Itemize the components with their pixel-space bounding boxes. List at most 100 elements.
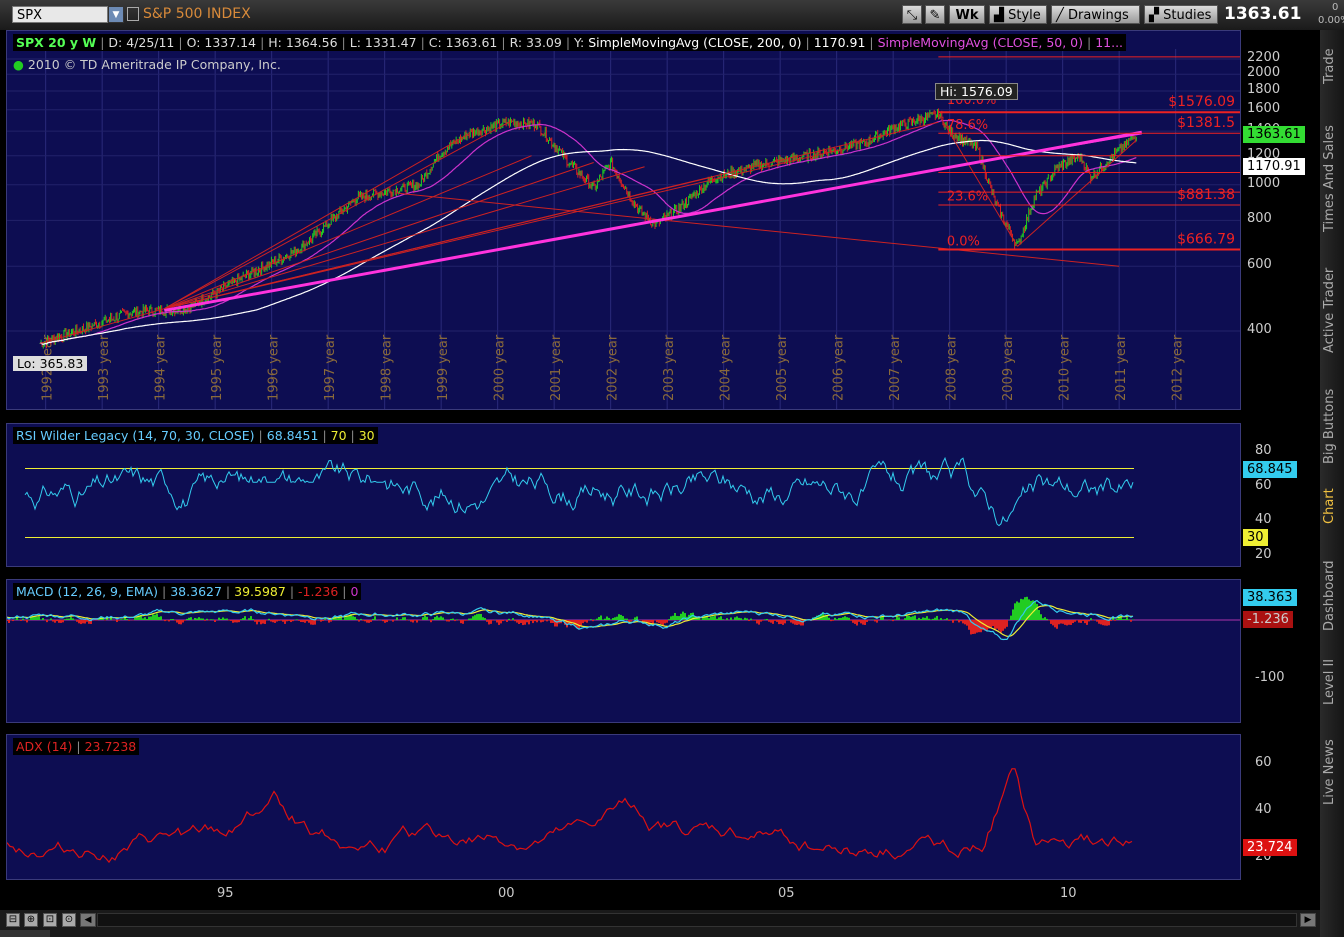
symbol-dropdown-button[interactable]: ▼ [108, 6, 124, 23]
year-label: 2006 year [832, 334, 847, 401]
adx-tick-label: 60 [1255, 755, 1272, 771]
sidebar-tab-active-trader[interactable]: Active Trader [1322, 256, 1342, 364]
price-tick-label: 2000 [1247, 65, 1281, 81]
rsi-chart-canvas[interactable] [7, 424, 1240, 566]
status-strip [0, 930, 50, 937]
time-axis-label: 00 [498, 886, 515, 901]
style-button[interactable]: ▟ Style [989, 5, 1047, 24]
wk-button[interactable]: Wk [949, 5, 985, 24]
copyright-text: ● 2010 © TD Ameritrade IP Company, Inc. [13, 57, 281, 72]
studies-label: Studies [1163, 8, 1212, 23]
sidebar-tab-level-ii[interactable]: Level II [1322, 650, 1342, 714]
rsi-oversold: 30 [358, 428, 375, 443]
sma50-label: SimpleMovingAvg (CLOSE, 50, 0) [877, 35, 1084, 50]
adx-label: ADX (14) [16, 739, 73, 754]
macd-study-header: MACD (12, 26, 9, EMA) | 38.3627 | 39.598… [13, 583, 362, 600]
sidebar-tab-chart[interactable]: Chart [1322, 482, 1342, 530]
symbol-input[interactable]: SPX [12, 6, 108, 23]
scroll-left-icon[interactable]: ◀ [80, 913, 96, 927]
year-label: 2003 year [662, 334, 677, 401]
top-toolbar: SPX ▼ S&P 500 INDEX ⤡ ✎ Wk ▟ Style ╱ Dra… [0, 0, 1344, 31]
macd-tick-label: -100 [1255, 670, 1285, 685]
zoom-box-button[interactable]: ⊙ [62, 913, 76, 927]
sidebar-tab-live-news[interactable]: Live News [1322, 730, 1342, 814]
sidebar-tab-big-buttons[interactable]: Big Buttons [1322, 376, 1342, 476]
adx-value-tag: 23.724 [1243, 838, 1297, 856]
adx-panel[interactable]: ADX (14) | 23.7238 [6, 734, 1241, 880]
adx-tick-label: 40 [1255, 802, 1272, 817]
sma200-value: 1170.91 [813, 35, 866, 50]
chart-area: 1992 year1993 year1994 year1995 year1996… [0, 30, 1320, 910]
fib-price-label: $1576.09 [1168, 94, 1235, 110]
adx-axis[interactable]: 60 40 20 23.724 [1241, 734, 1320, 880]
trendline [164, 166, 645, 310]
rsi-tick-label: 40 [1255, 512, 1272, 528]
adx-value: 23.7238 [84, 739, 137, 754]
sidebar-tab-dashboard[interactable]: Dashboard [1322, 550, 1342, 642]
price-tick-label: 1800 [1247, 82, 1281, 98]
sidebar-tab-times-and-sales[interactable]: Times And Sales [1322, 114, 1342, 244]
year-label: 2007 year [888, 334, 903, 401]
year-label: 1993 year [97, 334, 112, 401]
zoom-out-button[interactable]: ⊟ [6, 913, 20, 927]
time-axis[interactable]: 95 00 05 10 [6, 881, 1241, 907]
year-label: 2000 year [493, 334, 508, 401]
copyright-label: 2010 © TD Ameritrade IP Company, Inc. [27, 57, 281, 72]
draw-tool-icon[interactable]: ✎ [925, 5, 945, 24]
sidebar-tab-trade[interactable]: Trade [1322, 36, 1342, 96]
year-label: 2005 year [775, 334, 790, 401]
year-label: 1999 year [436, 334, 451, 401]
sma200-label: SimpleMovingAvg (CLOSE, 200, 0) [588, 35, 802, 50]
symbol-info-icon[interactable] [127, 7, 139, 21]
close-label: C: 1363.61 [428, 35, 498, 50]
scroll-right-icon[interactable]: ▶ [1300, 913, 1316, 927]
macd-label: MACD (12, 26, 9, EMA) [16, 584, 159, 599]
studies-icon: ▞ [1149, 8, 1159, 23]
zoom-in-button[interactable]: ⊕ [24, 913, 38, 927]
fib-percent-label: 0.0% [947, 234, 980, 249]
rsi-axis[interactable]: 80 60 40 20 68.845 30 [1241, 423, 1320, 567]
drawings-button[interactable]: ╱ Drawings [1051, 5, 1140, 24]
date-label: D: 4/25/11 [108, 35, 175, 50]
year-label: 2004 year [719, 334, 734, 401]
price-candles [39, 108, 1137, 349]
trendline [164, 121, 510, 310]
macd-axis[interactable]: -100 38.363 -1.236 [1241, 579, 1320, 723]
year-label: 1998 year [380, 334, 395, 401]
adx-chart-canvas[interactable] [7, 735, 1240, 879]
price-tick-label: 800 [1247, 211, 1272, 227]
macd-diff-tag: -1.236 [1243, 611, 1293, 628]
horizontal-scroll-track[interactable] [97, 913, 1297, 927]
rsi-panel[interactable]: RSI Wilder Legacy (14, 70, 30, CLOSE) | … [6, 423, 1241, 567]
adx-line [7, 768, 1133, 864]
macd-chart-canvas[interactable] [7, 580, 1240, 722]
fib-price-label: $1381.5 [1177, 115, 1235, 131]
bottom-scrollbar-area: ⊟ ⊕ ⊡ ⊙ ◀ ▶ [0, 910, 1320, 937]
adx-study-header: ADX (14) | 23.7238 [13, 738, 140, 755]
time-axis-label: 95 [217, 886, 234, 901]
macd-panel[interactable]: MACD (12, 26, 9, EMA) | 38.3627 | 39.598… [6, 579, 1241, 723]
rsi-os-tag: 30 [1243, 528, 1268, 546]
price-tick-label: 1000 [1247, 175, 1281, 191]
low-label: L: 1331.47 [349, 35, 417, 50]
price-panel[interactable]: 1992 year1993 year1994 year1995 year1996… [6, 30, 1258, 410]
net-change: 0 [1332, 2, 1339, 13]
price-chart-canvas[interactable]: 1992 year1993 year1994 year1995 year1996… [7, 31, 1240, 409]
macd-histogram [7, 596, 1134, 635]
open-label: O: 1337.14 [186, 35, 257, 50]
style-label: Style [1008, 8, 1041, 23]
rsi-tick-label: 20 [1255, 546, 1272, 562]
year-label: 2008 year [945, 334, 960, 401]
price-tick-label: 400 [1247, 322, 1272, 337]
drawings-icon: ╱ [1056, 8, 1064, 23]
fib-price-label: $881.38 [1177, 187, 1235, 203]
zoom-out-icon[interactable]: ⤡ [902, 5, 922, 24]
price-axis[interactable]: 2200200018001600140012001000800600400136… [1241, 30, 1320, 410]
zoom-reset-button[interactable]: ⊡ [43, 913, 57, 927]
y-label: Y: [574, 35, 585, 50]
major-trendline [164, 130, 1143, 312]
high-marker: Hi: 1576.09 [935, 83, 1018, 100]
year-label: 2002 year [606, 334, 621, 401]
sma-price-tag: 1170.91 [1243, 157, 1305, 175]
studies-button[interactable]: ▞ Studies [1144, 5, 1218, 24]
